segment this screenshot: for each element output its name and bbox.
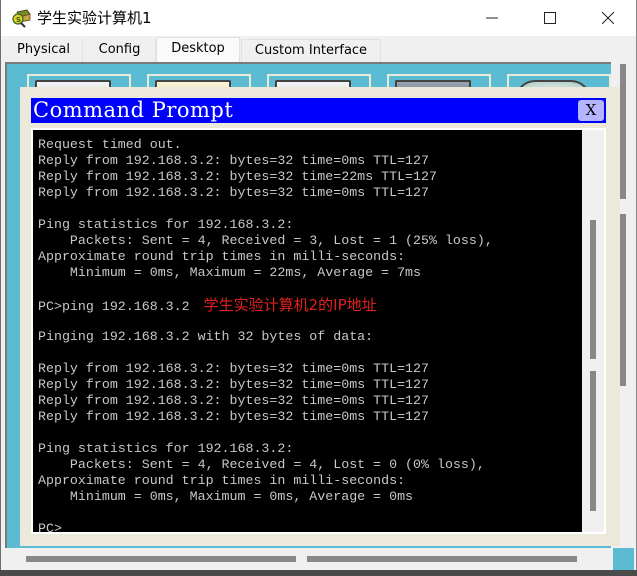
terminal-line: Pinging 192.168.3.2 with 32 bytes of dat… xyxy=(38,329,493,345)
terminal-line-text: Reply from 192.168.3.2: bytes=32 time=0m… xyxy=(38,185,429,200)
terminal-line-text: Ping statistics for 192.168.3.2: xyxy=(38,441,294,456)
scroll-thumb[interactable] xyxy=(590,371,596,511)
terminal-line: Reply from 192.168.3.2: bytes=32 time=0m… xyxy=(38,409,493,425)
tab-desktop[interactable]: Desktop xyxy=(156,37,240,62)
terminal-line: Request timed out. xyxy=(38,137,493,153)
terminal-line-text: Ping statistics for 192.168.3.2: xyxy=(38,217,294,232)
terminal-line-text: Reply from 192.168.3.2: bytes=32 time=22… xyxy=(38,169,437,184)
tab-physical[interactable]: Physical xyxy=(5,39,83,62)
terminal-line: Packets: Sent = 4, Received = 4, Lost = … xyxy=(38,457,493,473)
minimize-button[interactable] xyxy=(469,0,515,36)
terminal-line-text: Packets: Sent = 4, Received = 4, Lost = … xyxy=(38,457,485,472)
terminal-line-text: Request timed out. xyxy=(38,137,182,152)
terminal-lines: Request timed out. Reply from 192.168.3.2… xyxy=(38,137,493,532)
ip-annotation: 学生实验计算机2的IP地址 xyxy=(203,296,377,314)
terminal-line-text: Reply from 192.168.3.2: bytes=32 time=0m… xyxy=(38,377,429,392)
desktop-horizontal-scrollbar[interactable] xyxy=(5,548,611,570)
command-prompt-header: Command Prompt X xyxy=(31,98,606,123)
terminal-line-text: Packets: Sent = 4, Received = 3, Lost = … xyxy=(38,233,493,248)
terminal-line: Reply from 192.168.3.2: bytes=32 time=22… xyxy=(38,169,493,185)
terminal-line: PC> xyxy=(38,521,493,532)
terminal-line-text: Approximate round trip times in milli-se… xyxy=(38,249,406,264)
scroll-thumb[interactable] xyxy=(620,214,626,386)
terminal-line: Reply from 192.168.3.2: bytes=32 time=0m… xyxy=(38,153,493,169)
maximize-icon xyxy=(544,9,556,28)
terminal-line: Approximate round trip times in milli-se… xyxy=(38,249,493,265)
terminal-line-text: Pinging 192.168.3.2 with 32 bytes of dat… xyxy=(38,329,374,344)
packet-tracer-pc-icon: S xyxy=(11,8,31,28)
terminal-line: Minimum = 0ms, Maximum = 0ms, Average = … xyxy=(38,489,493,505)
terminal-line: Approximate round trip times in milli-se… xyxy=(38,473,493,489)
terminal-line: Packets: Sent = 4, Received = 3, Lost = … xyxy=(38,233,493,249)
minimize-icon xyxy=(486,9,498,28)
close-button[interactable] xyxy=(585,0,631,36)
terminal-line-text: Minimum = 0ms, Maximum = 22ms, Average =… xyxy=(38,265,422,280)
terminal-output[interactable]: Request timed out. Reply from 192.168.3.2… xyxy=(33,130,582,532)
terminal-container: Request timed out. Reply from 192.168.3.2… xyxy=(31,128,606,534)
terminal-line: Ping statistics for 192.168.3.2: xyxy=(38,217,493,233)
terminal-line-text: Approximate round trip times in milli-se… xyxy=(38,473,406,488)
pc-device-window: S 学生实验计算机1 Physical Config Desktop Custo… xyxy=(0,0,637,576)
terminal-line-text: Reply from 192.168.3.2: bytes=32 time=0m… xyxy=(38,153,429,168)
window-bottom-edge xyxy=(0,570,637,576)
title-bar: S 学生实验计算机1 xyxy=(1,0,636,36)
scroll-thumb[interactable] xyxy=(307,556,577,562)
terminal-line: Reply from 192.168.3.2: bytes=32 time=0m… xyxy=(38,361,493,377)
tab-config[interactable]: Config xyxy=(84,39,156,62)
close-icon xyxy=(601,9,615,28)
terminal-line: Reply from 192.168.3.2: bytes=32 time=0m… xyxy=(38,185,493,201)
terminal-line: PC>ping 192.168.3.2 学生实验计算机2的IP地址 xyxy=(38,296,493,314)
maximize-button[interactable] xyxy=(527,0,573,36)
svg-text:S: S xyxy=(16,16,21,24)
terminal-line: Minimum = 0ms, Maximum = 22ms, Average =… xyxy=(38,265,493,281)
window-title: 学生实验计算机1 xyxy=(37,9,152,27)
terminal-line-text: Minimum = 0ms, Maximum = 0ms, Average = … xyxy=(38,489,414,504)
command-prompt-close-button[interactable]: X xyxy=(578,100,604,121)
terminal-line-text: Reply from 192.168.3.2: bytes=32 time=0m… xyxy=(38,409,429,424)
terminal-line: Ping statistics for 192.168.3.2: xyxy=(38,441,493,457)
terminal-line-text: Reply from 192.168.3.2: bytes=32 time=0m… xyxy=(38,361,429,376)
command-prompt-panel: Command Prompt X Request timed out. Reply… xyxy=(20,87,620,546)
scroll-thumb[interactable] xyxy=(26,556,296,562)
terminal-line-text: PC>ping 192.168.3.2 xyxy=(38,299,190,314)
terminal-scrollbar[interactable] xyxy=(582,130,604,532)
terminal-line-text: Reply from 192.168.3.2: bytes=32 time=0m… xyxy=(38,393,429,408)
terminal-line-text: PC> xyxy=(38,521,62,532)
device-tabs: Physical Config Desktop Custom Interface xyxy=(1,36,636,62)
scroll-thumb[interactable] xyxy=(620,64,626,199)
command-prompt-title: Command Prompt xyxy=(33,98,234,122)
terminal-line: Reply from 192.168.3.2: bytes=32 time=0m… xyxy=(38,393,493,409)
scroll-thumb[interactable] xyxy=(590,220,596,359)
terminal-line: Reply from 192.168.3.2: bytes=32 time=0m… xyxy=(38,377,493,393)
scrollbar-corner xyxy=(613,548,634,570)
tab-custom-interface[interactable]: Custom Interface xyxy=(241,39,381,62)
